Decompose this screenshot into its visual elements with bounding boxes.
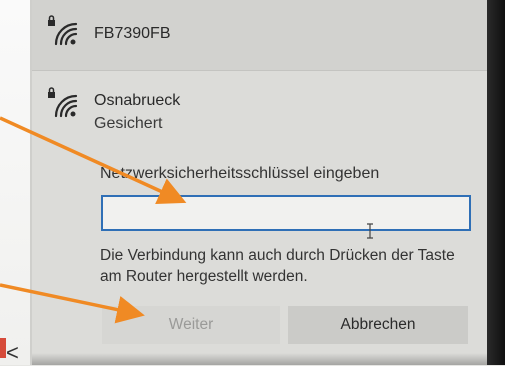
wifi-secured-icon bbox=[48, 15, 78, 46]
background-glyph: < bbox=[6, 340, 19, 365]
text-cursor-icon bbox=[367, 223, 373, 239]
network-name: Osnabrueck bbox=[94, 92, 181, 109]
network-item-fb7390fb[interactable]: FB7390FB bbox=[32, 0, 487, 71]
network-name: FB7390FB bbox=[94, 25, 171, 42]
wifi-secured-icon bbox=[48, 87, 78, 118]
network-status: Gesichert bbox=[94, 115, 163, 132]
next-button[interactable]: Weiter bbox=[102, 306, 280, 344]
security-key-input[interactable] bbox=[101, 195, 471, 231]
wps-help-text: Die Verbindung kann auch durch Drücken d… bbox=[100, 247, 455, 285]
network-item-osnabrueck[interactable]: Osnabrueck Gesichert bbox=[32, 70, 487, 150]
background-frame bbox=[0, 0, 32, 365]
wifi-flyout-panel: FB7390FB Osnabrueck Gesichert Netzwerksi… bbox=[32, 0, 502, 365]
cancel-button[interactable]: Abbrechen bbox=[288, 306, 468, 344]
security-key-label: Netzwerksicherheitsschlüssel eingeben bbox=[100, 165, 380, 182]
panel-shadow bbox=[32, 353, 502, 365]
screen-bezel bbox=[487, 0, 505, 365]
